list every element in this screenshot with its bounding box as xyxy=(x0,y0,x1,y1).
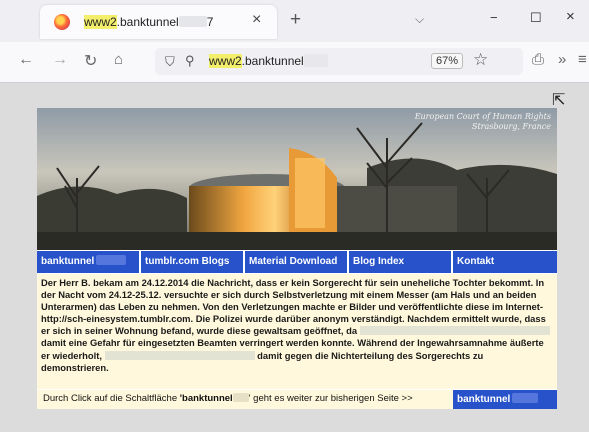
forward-icon[interactable]: → xyxy=(52,51,68,69)
nav-item-label: banktunnel xyxy=(41,256,95,267)
home-icon[interactable]: ⌂ xyxy=(114,51,123,68)
plus-icon[interactable]: + xyxy=(290,9,301,31)
redacted-block xyxy=(303,54,328,67)
redacted-block xyxy=(232,393,249,402)
redacted-block xyxy=(178,16,207,27)
hero-caption-line2: Strasbourg, France xyxy=(471,122,551,131)
site-nav: banktunnel tumblr.com Blogs Material Dow… xyxy=(37,251,557,273)
firefox-icon xyxy=(54,14,70,30)
navigation-toolbar: ← → ↻ ⌂ ⛉ ⚲ www2.banktunnel 67% ☆ ⎙ » ≡ xyxy=(0,42,589,83)
reload-icon[interactable]: ↻ xyxy=(84,51,97,71)
banktunnel-button-label: banktunnel xyxy=(457,394,511,405)
hero-image: European Court of Human Rights Strasbour… xyxy=(37,108,557,250)
chevron-down-icon[interactable]: ⌵ xyxy=(415,12,424,27)
footer-button-name: 'banktunnel xyxy=(179,393,233,404)
nav-item-blog-index[interactable]: Blog Index xyxy=(349,251,453,273)
lock-icon[interactable]: ⚲ xyxy=(185,53,195,69)
tab-title: www2.banktunnel 7 xyxy=(84,15,213,29)
tab-title-tail: 7 xyxy=(206,15,214,29)
redacted-block xyxy=(104,350,255,360)
footer-text-after: ' geht es weiter zur bisherigen Seite >> xyxy=(248,393,413,404)
back-icon[interactable]: ← xyxy=(18,51,34,69)
footer-bar: Durch Click auf die Schaltfläche 'banktu… xyxy=(37,389,557,409)
nav-item-kontakt[interactable]: Kontakt xyxy=(453,251,557,273)
menu-icon[interactable]: ≡ xyxy=(578,51,587,68)
address-bar[interactable]: ⛉ ⚲ www2.banktunnel 67% ☆ xyxy=(155,48,523,75)
zoom-level[interactable]: 67% xyxy=(431,53,464,69)
website: European Court of Human Rights Strasbour… xyxy=(37,108,557,409)
nav-item-banktunnel[interactable]: banktunnel xyxy=(37,251,141,273)
tab-title-rest: .banktunnel xyxy=(116,15,179,29)
tab-title-prefix: www2 xyxy=(84,15,117,29)
close-icon[interactable]: × xyxy=(252,11,261,29)
footer-text-before: Durch Click auf die Schaltfläche xyxy=(43,393,180,404)
redacted-block xyxy=(96,255,127,265)
hero-caption-line1: European Court of Human Rights xyxy=(414,112,551,121)
hero-caption: European Court of Human Rights Strasbour… xyxy=(415,112,551,132)
extensions-icon[interactable]: ⎙ xyxy=(532,51,544,68)
maximize-button[interactable]: ☐ xyxy=(530,10,542,26)
redacted-block xyxy=(359,326,550,336)
banktunnel-button[interactable]: banktunnel xyxy=(453,390,557,409)
url-text[interactable]: www2.banktunnel xyxy=(209,54,328,68)
url-highlight: www2 xyxy=(209,54,242,68)
star-icon[interactable]: ☆ xyxy=(473,50,488,70)
cursor-icon: ⇱ xyxy=(552,92,566,109)
nav-item-tumblr-blogs[interactable]: tumblr.com Blogs xyxy=(141,251,245,273)
article-text: Der Herr B. bekam am 24.12.2014 die Nach… xyxy=(37,274,557,389)
more-tools-icon[interactable]: » xyxy=(558,51,566,68)
shield-icon[interactable]: ⛉ xyxy=(165,54,175,70)
minimize-button[interactable]: − xyxy=(490,10,498,25)
redacted-block xyxy=(512,393,539,403)
nav-item-material-download[interactable]: Material Download xyxy=(245,251,349,273)
url-rest: .banktunnel xyxy=(241,54,304,68)
browser-tab[interactable]: www2.banktunnel 7 × xyxy=(40,5,277,39)
close-window-button[interactable]: × xyxy=(566,8,575,25)
tab-bar: www2.banktunnel 7 × + ⌵ − ☐ × xyxy=(0,0,589,42)
footer-text: Durch Click auf die Schaltfläche 'banktu… xyxy=(43,393,413,404)
